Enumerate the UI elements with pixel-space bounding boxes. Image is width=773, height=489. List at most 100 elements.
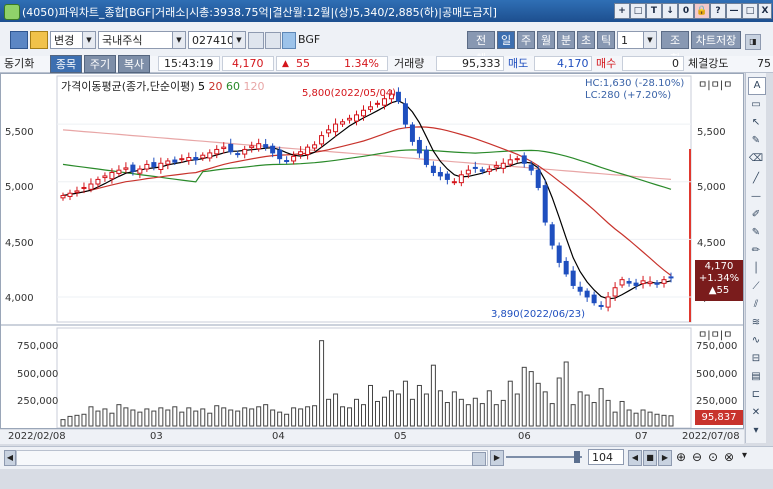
x-end-date: 2022/07/08: [682, 431, 740, 442]
scroll-down-icon[interactable]: ▾: [748, 423, 764, 439]
scroll-left-icon[interactable]: ◀: [4, 450, 16, 466]
zoom-in-icon[interactable]: ⊕: [676, 450, 686, 464]
volume-bar: [395, 393, 401, 427]
code-input[interactable]: 027410 ▼: [188, 31, 246, 49]
ruler-tool-icon[interactable]: ⊏: [748, 387, 764, 403]
candle-body: [193, 157, 199, 161]
horizontal-scrollbar[interactable]: [16, 450, 488, 466]
change-select[interactable]: 변경 ▼: [50, 31, 96, 49]
candle-body: [102, 175, 108, 179]
zoom-reset-icon[interactable]: ⊙: [708, 450, 718, 464]
period-month-button[interactable]: 월: [537, 31, 555, 49]
candle-body: [423, 149, 429, 165]
stock-info-icon[interactable]: [282, 32, 296, 49]
tab-stock[interactable]: 종목: [50, 55, 82, 73]
zoom-fit-icon[interactable]: ⊗: [724, 450, 734, 464]
help-button[interactable]: ?: [710, 3, 726, 19]
chart-panel[interactable]: 가격이동평균(종가,단순이평) 5 20 60 120 HC:1,630 (-2…: [0, 73, 744, 429]
layout-button[interactable]: □: [630, 3, 646, 19]
delete-tool-icon[interactable]: ✕: [748, 405, 764, 421]
candle-body: [430, 165, 436, 173]
vol-tick-right-750000: 750,000: [696, 341, 738, 352]
lock-icon[interactable]: 🔒: [694, 3, 710, 19]
hline-tool-icon[interactable]: —: [748, 189, 764, 205]
interval-select[interactable]: 1 ▼: [617, 31, 657, 49]
period-minute-button[interactable]: 분: [557, 31, 575, 49]
save-chart-button[interactable]: 차트저장: [691, 31, 741, 49]
period-second-button[interactable]: 초: [577, 31, 595, 49]
cursor-tool-icon[interactable]: ↖: [748, 115, 764, 131]
visible-count-input[interactable]: 104: [588, 449, 624, 465]
x-month-05: 05: [394, 431, 407, 442]
volume-bar: [81, 413, 87, 427]
candle-body: [612, 287, 618, 297]
legend-ma5: 5: [198, 80, 206, 93]
tab-copy[interactable]: 복사: [118, 55, 150, 73]
volume-panel-controls[interactable]: ㅁ|ㅁ|ㅁ: [698, 326, 732, 341]
expand-icon[interactable]: ◨: [745, 34, 761, 50]
calendar-icon[interactable]: [248, 32, 264, 49]
chart-icon[interactable]: [10, 31, 28, 49]
maximize-button[interactable]: □: [742, 3, 758, 19]
minimize-button[interactable]: —: [726, 3, 742, 19]
period-day-button[interactable]: 일: [497, 31, 515, 49]
chart-canvas[interactable]: [1, 74, 743, 428]
period-week-button[interactable]: 주: [517, 31, 535, 49]
candle-body: [263, 144, 269, 148]
zoom-slider[interactable]: [506, 456, 582, 458]
zoom-slider-handle[interactable]: [574, 451, 580, 463]
scroll-right-icon[interactable]: ▶: [490, 450, 504, 466]
tab-period[interactable]: 주기: [84, 55, 116, 73]
query-button[interactable]: 조회: [661, 31, 689, 65]
pen-tool-icon[interactable]: ✐: [748, 207, 764, 223]
scroll-thumb[interactable]: [472, 452, 486, 466]
zigzag-tool-icon[interactable]: ⟋: [748, 279, 764, 295]
pin-button[interactable]: +: [614, 3, 630, 19]
prev-icon[interactable]: ◀: [628, 450, 642, 466]
box-tool-icon[interactable]: ▤: [748, 369, 764, 385]
marker-tool-icon[interactable]: ✎: [748, 225, 764, 241]
candle-body: [326, 129, 332, 134]
window-tool-icon[interactable]: ▭: [748, 97, 764, 113]
vline-tool-icon[interactable]: │: [748, 261, 764, 277]
text-tool-icon[interactable]: A: [748, 77, 766, 95]
candle-icon[interactable]: [30, 31, 48, 49]
channel-tool-icon[interactable]: ≋: [748, 315, 764, 331]
text-button[interactable]: T: [646, 3, 662, 19]
candle-body: [158, 162, 164, 170]
draw-tool-icon[interactable]: ✎: [748, 133, 764, 149]
quote-bid: 0: [672, 57, 679, 70]
next-icon[interactable]: ▶: [658, 450, 672, 466]
fan-tool-icon[interactable]: ⫽: [748, 297, 764, 313]
close-button[interactable]: X: [758, 3, 772, 19]
volume-bar: [242, 407, 248, 427]
wave-tool-icon[interactable]: ∿: [748, 333, 764, 349]
volume-bar: [207, 412, 213, 427]
price-panel-controls[interactable]: ㅁ|ㅁ|ㅁ: [698, 76, 732, 91]
fib-tool-icon[interactable]: ⊟: [748, 351, 764, 367]
sync-label[interactable]: 동기화: [4, 56, 34, 72]
download-button[interactable]: ↓: [662, 3, 678, 19]
settings-icon[interactable]: ▾: [742, 450, 747, 461]
candle-body: [458, 174, 464, 184]
period-all-button[interactable]: 전체: [467, 31, 495, 65]
stop-icon[interactable]: ■: [643, 450, 657, 466]
volume-bar: [298, 408, 304, 427]
candle-body: [647, 281, 653, 285]
market-select-value: 국내주식: [102, 34, 143, 47]
volume-bar: [654, 413, 660, 427]
search-icon[interactable]: [265, 32, 281, 49]
line-tool-icon[interactable]: ╱: [748, 171, 764, 187]
y-tick-left-4000: 4,000: [5, 293, 34, 304]
zoom-out-icon[interactable]: ⊖: [692, 450, 702, 464]
ask-label: 매도: [508, 57, 529, 70]
candle-body: [367, 106, 373, 110]
zero-button[interactable]: 0: [678, 3, 694, 19]
volume-bar: [88, 406, 94, 427]
market-select[interactable]: 국내주식 ▼: [98, 31, 186, 49]
chevron-down-icon: ▼: [643, 32, 656, 48]
brush-tool-icon[interactable]: ✏: [748, 243, 764, 259]
period-tick-button[interactable]: 틱: [597, 31, 615, 49]
last-price: 4,170: [704, 261, 734, 272]
erase-tool-icon[interactable]: ⌫: [748, 151, 764, 167]
